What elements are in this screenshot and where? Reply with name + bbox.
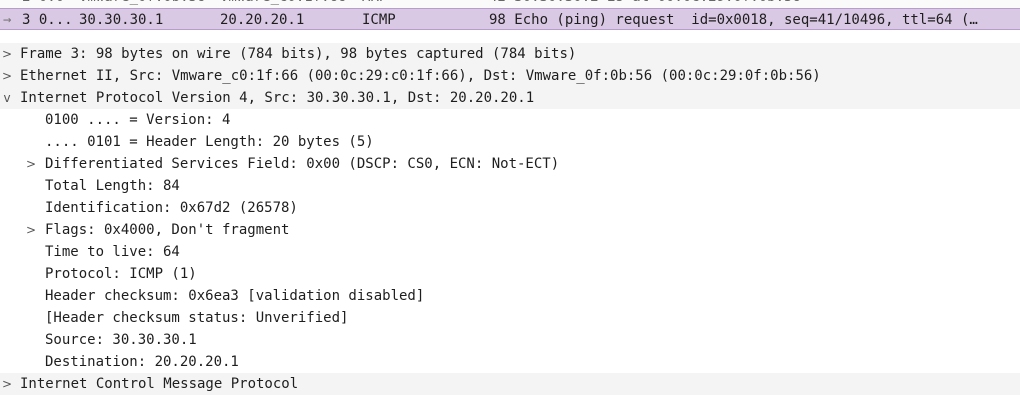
tree-field[interactable]: Protocol: ICMP (1) (0, 263, 1020, 285)
chevron-right-icon[interactable]: > (24, 153, 38, 175)
tree-row-label: Time to live: 64 (45, 244, 180, 260)
packet-list: 2 0.0 Vmware_0f:0b:56 Vmware_c0:1f:66 AR… (0, 0, 1020, 44)
tree-field[interactable]: > Differentiated Services Field: 0x00 (DS… (0, 153, 1020, 175)
tree-row-label: Frame 3: 98 bytes on wire (784 bits), 98… (20, 46, 577, 62)
tree-field[interactable]: .... 0101 = Header Length: 20 bytes (5) (0, 131, 1020, 153)
packet-source: 30.30.30.1 (79, 12, 164, 28)
packet-source: Vmware_0f:0b:56 (79, 0, 219, 8)
tree-section[interactable]: > Internet Control Message Protocol (0, 373, 1020, 395)
packet-protocol: ICMP (362, 12, 396, 28)
tree-field[interactable]: Source: 30.30.30.1 (0, 329, 1020, 351)
tree-row-label: Total Length: 84 (45, 178, 180, 194)
packet-details-tree: > Frame 3: 98 bytes on wire (784 bits), 9… (0, 43, 1020, 400)
packet-destination: 20.20.20.1 (220, 12, 305, 28)
packet-info: 42 30.30.30.2 is at 00:0c:29:0f:0b:56 (489, 0, 1019, 8)
tree-row-label: Internet Control Message Protocol (20, 376, 299, 392)
tree-row-label: [Header checksum status: Unverified] (45, 310, 349, 326)
packet-protocol: ARP (362, 0, 442, 8)
tree-field[interactable]: 0100 .... = Version: 4 (0, 109, 1020, 131)
tree-row-label: Identification: 0x67d2 (26578) (45, 200, 298, 216)
tree-row-label: 0100 .... = Version: 4 (45, 112, 231, 128)
packet-destination: Vmware_c0:1f:66 (220, 0, 360, 8)
packet-info: 98 Echo (ping) request id=0x0018, seq=41… (489, 12, 978, 28)
tree-section[interactable]: > Ethernet II, Src: Vmware_c0:1f:66 (00:0… (0, 65, 1020, 87)
tree-row-label: Protocol: ICMP (1) (45, 266, 197, 282)
tree-field[interactable]: Header checksum: 0x6ea3 [validation disa… (0, 285, 1020, 307)
chevron-down-icon[interactable]: v (0, 87, 14, 109)
packet-no: 2 0.0 (22, 0, 76, 8)
tree-row-label: Destination: 20.20.20.1 (45, 354, 239, 370)
tree-row-label: Source: 30.30.30.1 (45, 332, 197, 348)
tree-section[interactable]: > Frame 3: 98 bytes on wire (784 bits), 9… (0, 43, 1020, 65)
chevron-right-icon[interactable]: > (24, 219, 38, 241)
tree-row-label: Header checksum: 0x6ea3 [validation disa… (45, 288, 425, 304)
tree-section[interactable]: v Internet Protocol Version 4, Src: 30.30… (0, 87, 1020, 109)
chevron-right-icon[interactable]: > (0, 373, 14, 395)
chevron-right-icon[interactable]: > (0, 43, 14, 65)
selected-arrow-icon: → (3, 12, 12, 28)
packet-row[interactable]: 2 0.0 Vmware_0f:0b:56 Vmware_c0:1f:66 AR… (0, 0, 1020, 8)
pane-divider[interactable] (0, 31, 1020, 43)
tree-field[interactable]: > Flags: 0x4000, Don't fragment (0, 219, 1020, 241)
tree-row-label: Flags: 0x4000, Don't fragment (45, 222, 290, 238)
tree-row-label: .... 0101 = Header Length: 20 bytes (5) (45, 134, 374, 150)
tree-row-label: Differentiated Services Field: 0x00 (DSC… (45, 156, 560, 172)
tree-field[interactable]: Destination: 20.20.20.1 (0, 351, 1020, 373)
packet-row-selected[interactable]: → 3 0... 30.30.30.1 20.20.20.1 ICMP 98 E… (0, 8, 1020, 30)
tree-field[interactable]: [Header checksum status: Unverified] (0, 307, 1020, 329)
tree-field[interactable]: Time to live: 64 (0, 241, 1020, 263)
tree-field[interactable]: Total Length: 84 (0, 175, 1020, 197)
packet-no: 3 0... (22, 12, 73, 28)
tree-row-label: Ethernet II, Src: Vmware_c0:1f:66 (00:0c… (20, 68, 821, 84)
chevron-right-icon[interactable]: > (0, 65, 14, 87)
tree-row-label: Internet Protocol Version 4, Src: 30.30.… (20, 90, 535, 106)
tree-field[interactable]: Identification: 0x67d2 (26578) (0, 197, 1020, 219)
